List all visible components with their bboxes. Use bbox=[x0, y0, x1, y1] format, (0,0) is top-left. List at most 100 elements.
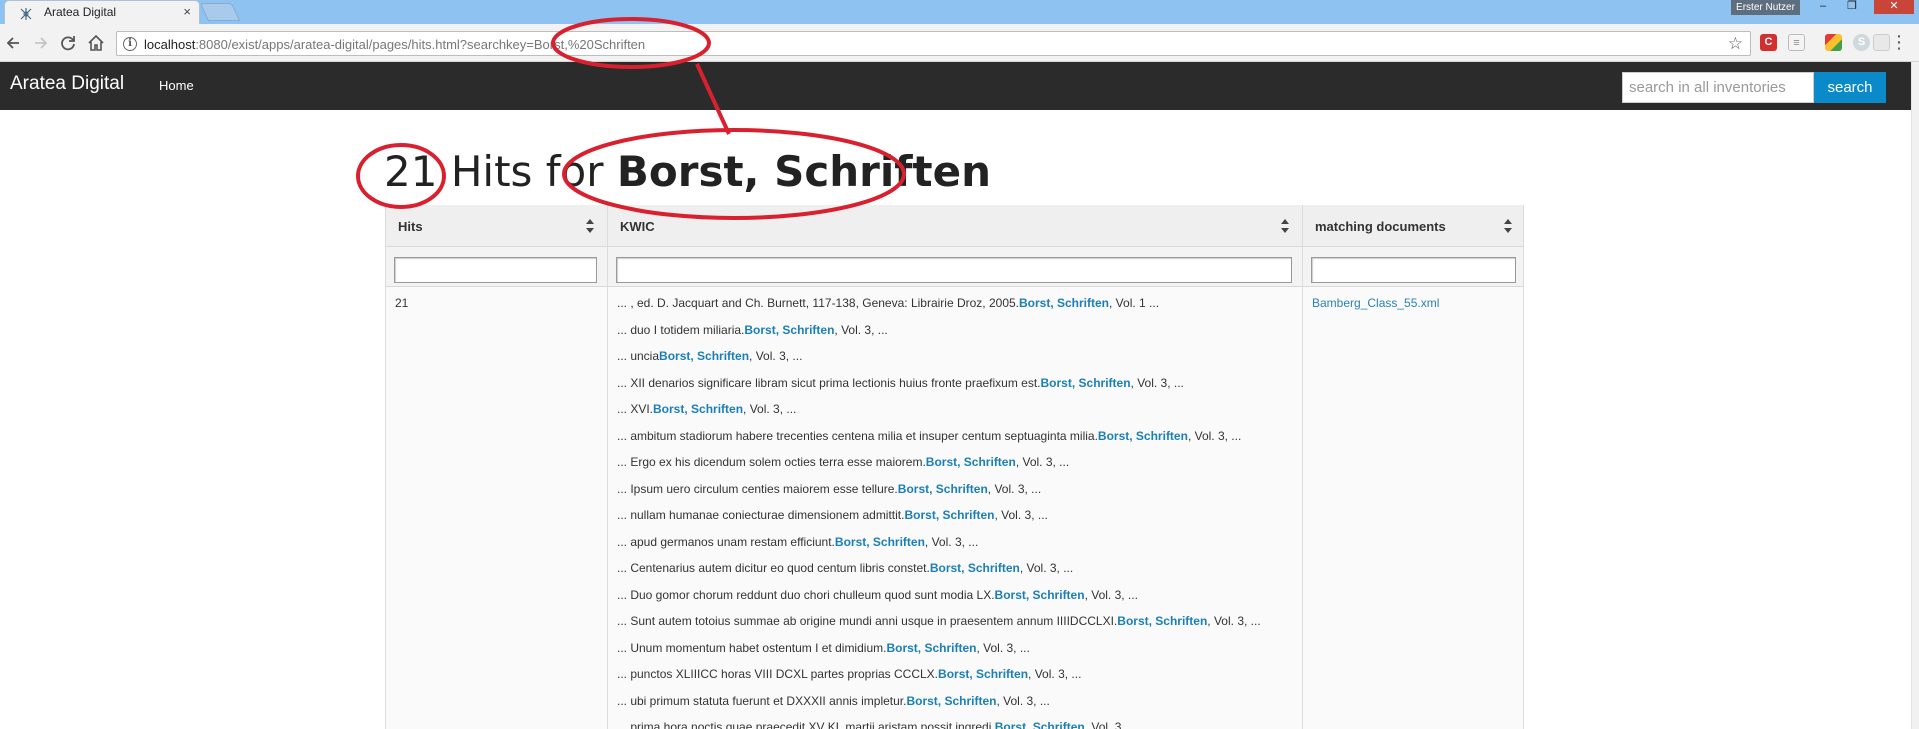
kwic-row: ... Ergo ex his dicendum solem octies te… bbox=[617, 452, 1302, 479]
kwic-context-after: , Vol. 3, ... bbox=[994, 508, 1048, 522]
kwic-context-before: ... Duo gomor chorum reddunt duo chori c… bbox=[617, 587, 995, 602]
column-documents: matching documents Bamberg_Class_55.xml bbox=[1303, 205, 1523, 729]
kwic-row: ... Duo gomor chorum reddunt duo chori c… bbox=[617, 585, 1302, 612]
kwic-context-before: ... XVI. bbox=[617, 402, 654, 416]
kwic-keyword: Borst, Schriften bbox=[886, 640, 977, 655]
kwic-row: ... nullam humanae coniecturae dimension… bbox=[617, 505, 1302, 532]
kwic-context-before: ... Unum momentum habet ostentum I et di… bbox=[617, 640, 887, 655]
browser-toolbar: i localhost:8080/exist/apps/aratea-digit… bbox=[0, 24, 1919, 62]
new-tab-button[interactable] bbox=[199, 3, 241, 21]
header-hits[interactable]: Hits bbox=[386, 205, 607, 247]
kwic-list: ... , ed. D. Jacquart and Ch. Burnett, 1… bbox=[608, 287, 1302, 729]
kwic-context-before: ... uncia bbox=[617, 349, 660, 363]
kwic-context-before: ... prima hora noctis quae praecedit XV … bbox=[617, 720, 995, 729]
kwic-context-after: , Vol. 3, ... bbox=[1130, 375, 1184, 390]
column-hits: Hits 21 bbox=[386, 205, 608, 729]
kwic-context-after: , Vol. 3, ... bbox=[1084, 587, 1138, 602]
hit-count: 21 bbox=[384, 147, 438, 196]
header-label: KWIC bbox=[620, 219, 655, 234]
kwic-keyword: Borst, Schriften bbox=[938, 667, 1029, 681]
kwic-context-before: ... Sunt autem totoius summae ab origine… bbox=[617, 614, 1118, 628]
filter-row bbox=[386, 247, 607, 287]
hits-for-label: Hits for bbox=[450, 147, 604, 196]
info-icon[interactable]: i bbox=[123, 37, 137, 51]
minimize-icon[interactable]: – bbox=[1810, 0, 1836, 14]
filter-row bbox=[1303, 247, 1523, 287]
kwic-keyword: Borst, Schriften bbox=[994, 587, 1085, 602]
kwic-row: ... ubi primum statuta fuerunt et DXXXII… bbox=[617, 691, 1302, 718]
kwic-keyword: Borst, Schriften bbox=[744, 322, 835, 337]
browser-titlebar: Aratea Digital × Erster Nutzer – ❐ ✕ bbox=[0, 0, 1919, 24]
window-close-icon[interactable]: ✕ bbox=[1874, 0, 1914, 14]
kwic-context-before: ... apud germanos unam restam efficiunt. bbox=[617, 534, 835, 549]
kwic-filter-input[interactable] bbox=[616, 257, 1292, 283]
search-button[interactable]: search bbox=[1814, 72, 1886, 103]
kwic-row: ... apud germanos unam restam efficiunt.… bbox=[617, 532, 1302, 559]
url-host: localhost bbox=[144, 37, 196, 52]
kwic-row: ... Unum momentum habet ostentum I et di… bbox=[617, 638, 1302, 665]
reload-icon[interactable] bbox=[57, 32, 79, 54]
header-label: Hits bbox=[398, 219, 423, 234]
tab-title: Aratea Digital bbox=[44, 5, 117, 19]
kwic-keyword: Borst, Schriften bbox=[834, 534, 925, 549]
kwic-keyword: Borst, Schriften bbox=[925, 455, 1016, 469]
extension-skype-icon[interactable]: S bbox=[1853, 34, 1870, 51]
kwic-row: ... , ed. D. Jacquart and Ch. Burnett, 1… bbox=[617, 293, 1302, 320]
kwic-context-after: , Vol. 3, ... bbox=[1207, 614, 1261, 628]
home-icon[interactable] bbox=[85, 32, 107, 54]
kwic-context-before: ... Ergo ex his dicendum solem octies te… bbox=[617, 455, 926, 469]
header-documents[interactable]: matching documents bbox=[1303, 205, 1523, 247]
address-bar[interactable]: i localhost:8080/exist/apps/aratea-digit… bbox=[116, 31, 1751, 56]
kwic-row: ... Ipsum uero circulum centies maiorem … bbox=[617, 479, 1302, 506]
browser-tab[interactable]: Aratea Digital × bbox=[4, 0, 200, 24]
hits-cell: 21 bbox=[395, 296, 409, 310]
url-text[interactable]: localhost:8080/exist/apps/aratea-digital… bbox=[144, 37, 645, 52]
kwic-context-before: ... ubi primum statuta fuerunt et DXXXII… bbox=[617, 693, 907, 708]
kwic-row: ... punctos XLIIICC horas VIII DCXL part… bbox=[617, 664, 1302, 691]
kwic-keyword: Borst, Schriften bbox=[906, 693, 997, 708]
site-brand[interactable]: Aratea Digital bbox=[10, 73, 124, 95]
kwic-context-before: ... Ipsum uero circulum centies maiorem … bbox=[617, 481, 898, 496]
restore-icon[interactable]: ❐ bbox=[1839, 0, 1865, 14]
page-title: 21 Hits for Borst, Schriften bbox=[384, 147, 991, 196]
menu-icon[interactable]: ⋮ bbox=[1890, 31, 1908, 53]
profile-badge[interactable]: Erster Nutzer bbox=[1731, 0, 1800, 15]
aratea-favicon-icon bbox=[20, 8, 32, 20]
column-kwic: KWIC ... , ed. D. Jacquart and Ch. Burne… bbox=[608, 205, 1303, 729]
forward-icon[interactable] bbox=[29, 32, 51, 54]
sort-icon[interactable] bbox=[585, 218, 595, 234]
extension-c-icon[interactable]: C bbox=[1760, 34, 1777, 51]
tab-close-icon[interactable]: × bbox=[183, 4, 191, 20]
extension-page-icon[interactable]: ≡ bbox=[1788, 34, 1805, 51]
kwic-row: ... XVI.Borst, Schriften, Vol. 3, ... bbox=[617, 399, 1302, 426]
kwic-row: ... duo I totidem miliaria.Borst, Schrif… bbox=[617, 320, 1302, 347]
kwic-row: ... prima hora noctis quae praecedit XV … bbox=[617, 717, 1302, 729]
star-icon[interactable]: ☆ bbox=[1728, 34, 1743, 54]
hits-filter-input[interactable] bbox=[394, 257, 597, 283]
url-path: :8080/exist/apps/aratea-digital/pages/hi… bbox=[195, 37, 646, 52]
kwic-context-before: ... duo I totidem miliaria. bbox=[617, 322, 745, 337]
header-kwic[interactable]: KWIC bbox=[608, 205, 1302, 247]
nav-home-link[interactable]: Home bbox=[159, 78, 194, 93]
kwic-row: ... Centenarius autem dicitur eo quod ce… bbox=[617, 558, 1302, 585]
kwic-keyword: Borst, Schriften bbox=[659, 349, 750, 363]
kwic-context-after: , Vol. 3, ... bbox=[924, 534, 979, 549]
sort-icon[interactable] bbox=[1503, 218, 1513, 234]
kwic-context-after: , Vol. 3, ... bbox=[1084, 720, 1139, 729]
kwic-keyword: Borst, Schriften bbox=[653, 402, 744, 416]
kwic-keyword: Borst, Schriften bbox=[929, 561, 1020, 575]
page-scrollbar[interactable] bbox=[1911, 62, 1919, 729]
kwic-row: ... XII denarios significare libram sicu… bbox=[617, 373, 1302, 400]
kwic-context-before: ... punctos XLIIICC horas VIII DCXL part… bbox=[617, 667, 939, 681]
sort-icon[interactable] bbox=[1280, 218, 1290, 234]
extension-chrome-icon[interactable] bbox=[1825, 34, 1842, 51]
documents-filter-input[interactable] bbox=[1311, 257, 1516, 283]
kwic-row: ... unciaBorst, Schriften, Vol. 3, ... bbox=[617, 346, 1302, 373]
extension-generic-icon[interactable] bbox=[1873, 34, 1890, 51]
search-input[interactable] bbox=[1622, 72, 1814, 103]
kwic-context-after: , Vol. 3, ... bbox=[749, 349, 803, 363]
kwic-keyword: Borst, Schriften bbox=[897, 481, 988, 496]
kwic-context-before: ... XII denarios significare libram sicu… bbox=[617, 375, 1041, 390]
back-icon[interactable] bbox=[3, 32, 25, 54]
document-link[interactable]: Bamberg_Class_55.xml bbox=[1303, 287, 1523, 310]
